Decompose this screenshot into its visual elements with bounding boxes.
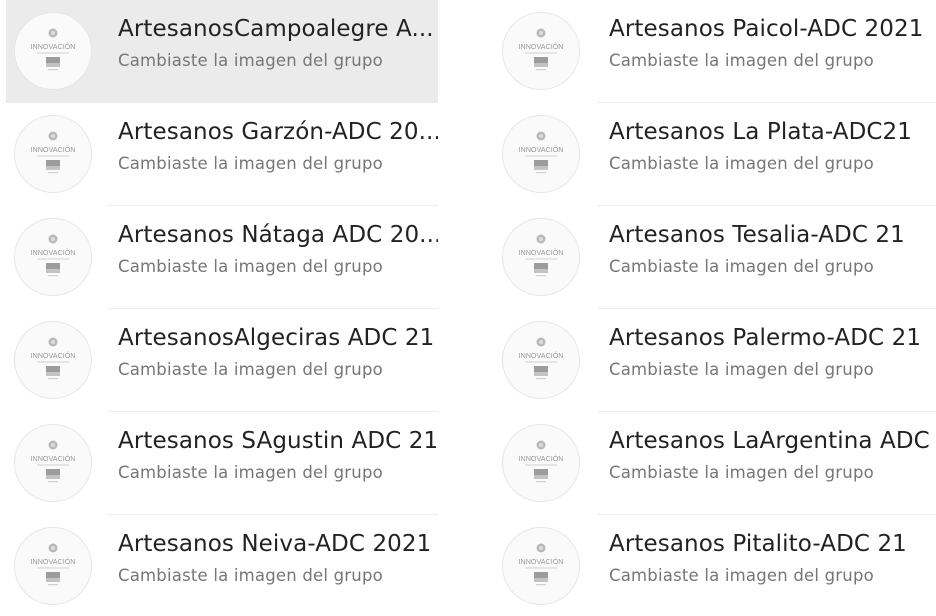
chat-title: Artesanos SAgustin ADC 21: [118, 428, 438, 454]
chat-list-item[interactable]: INNOVACIÓN Artesanos Paicol-ADC 2021 Cam…: [496, 0, 936, 103]
chat-list-item[interactable]: INNOVACIÓN Artesanos Palermo-ADC 21 Camb…: [496, 309, 936, 412]
innovacion-logo-icon: INNOVACIÓN: [31, 131, 76, 174]
svg-text:INNOVACIÓN: INNOVACIÓN: [519, 557, 564, 566]
chat-list-item[interactable]: INNOVACIÓN ArtesanosAlgeciras ADC 21 Cam…: [6, 309, 438, 412]
chat-title: Artesanos Palermo-ADC 21: [609, 325, 922, 351]
chat-title: Artesanos Garzón-ADC 20...: [118, 119, 438, 145]
svg-text:INNOVACIÓN: INNOVACIÓN: [31, 351, 76, 360]
chat-list-left: INNOVACIÓN ArtesanosCampoalegre A... Cam…: [6, 0, 438, 616]
chat-list-item[interactable]: INNOVACIÓN Artesanos Garzón-ADC 20... Ca…: [6, 103, 438, 206]
svg-text:INNOVACIÓN: INNOVACIÓN: [31, 145, 76, 154]
group-avatar: INNOVACIÓN: [502, 115, 580, 193]
chat-list-right: INNOVACIÓN Artesanos Paicol-ADC 2021 Cam…: [496, 0, 936, 616]
svg-text:INNOVACIÓN: INNOVACIÓN: [519, 42, 564, 51]
chat-title: Artesanos La Plata-ADC21: [609, 119, 913, 145]
chat-title: Artesanos Neiva-ADC 2021: [118, 531, 432, 557]
chat-last-message: Cambiaste la imagen del grupo: [118, 566, 383, 585]
chat-title: Artesanos Nátaga ADC 20...: [118, 222, 438, 248]
innovacion-logo-icon: INNOVACIÓN: [31, 543, 76, 586]
chat-last-message: Cambiaste la imagen del grupo: [118, 463, 383, 482]
chat-title: Artesanos Tesalia-ADC 21: [609, 222, 905, 248]
group-avatar: INNOVACIÓN: [502, 218, 580, 296]
chat-title: ArtesanosCampoalegre A...: [118, 16, 434, 42]
svg-text:INNOVACIÓN: INNOVACIÓN: [519, 454, 564, 463]
innovacion-logo-icon: INNOVACIÓN: [31, 234, 76, 277]
group-avatar: INNOVACIÓN: [14, 12, 92, 90]
chat-title: Artesanos Pitalito-ADC 21: [609, 531, 907, 557]
svg-text:INNOVACIÓN: INNOVACIÓN: [519, 145, 564, 154]
innovacion-logo-icon: INNOVACIÓN: [519, 28, 564, 71]
svg-text:INNOVACIÓN: INNOVACIÓN: [519, 351, 564, 360]
chat-last-message: Cambiaste la imagen del grupo: [609, 51, 874, 70]
innovacion-logo-icon: INNOVACIÓN: [519, 440, 564, 483]
chat-last-message: Cambiaste la imagen del grupo: [118, 257, 383, 276]
chat-title: Artesanos LaArgentina ADC: [609, 428, 930, 454]
chat-last-message: Cambiaste la imagen del grupo: [118, 51, 383, 70]
chat-list-item[interactable]: INNOVACIÓN Artesanos Pitalito-ADC 21 Cam…: [496, 515, 936, 616]
chat-last-message: Cambiaste la imagen del grupo: [609, 463, 874, 482]
innovacion-logo-icon: INNOVACIÓN: [519, 131, 564, 174]
group-avatar: INNOVACIÓN: [14, 321, 92, 399]
svg-text:INNOVACIÓN: INNOVACIÓN: [31, 454, 76, 463]
chat-last-message: Cambiaste la imagen del grupo: [118, 154, 383, 173]
group-avatar: INNOVACIÓN: [502, 12, 580, 90]
chat-list-item[interactable]: INNOVACIÓN Artesanos SAgustin ADC 21 Cam…: [6, 412, 438, 515]
svg-text:INNOVACIÓN: INNOVACIÓN: [519, 248, 564, 257]
group-avatar: INNOVACIÓN: [14, 218, 92, 296]
svg-text:INNOVACIÓN: INNOVACIÓN: [31, 557, 76, 566]
group-avatar: INNOVACIÓN: [14, 424, 92, 502]
group-avatar: INNOVACIÓN: [502, 424, 580, 502]
group-avatar: INNOVACIÓN: [14, 527, 92, 605]
chat-last-message: Cambiaste la imagen del grupo: [609, 566, 874, 585]
chat-list-item[interactable]: INNOVACIÓN Artesanos LaArgentina ADC Cam…: [496, 412, 936, 515]
innovacion-logo-icon: INNOVACIÓN: [519, 543, 564, 586]
group-avatar: INNOVACIÓN: [502, 321, 580, 399]
chat-list-item[interactable]: INNOVACIÓN Artesanos La Plata-ADC21 Camb…: [496, 103, 936, 206]
innovacion-logo-icon: INNOVACIÓN: [31, 337, 76, 380]
chat-list-item[interactable]: INNOVACIÓN Artesanos Neiva-ADC 2021 Camb…: [6, 515, 438, 616]
chat-title: ArtesanosAlgeciras ADC 21: [118, 325, 435, 351]
chat-list-item[interactable]: INNOVACIÓN ArtesanosCampoalegre A... Cam…: [6, 0, 438, 103]
group-avatar: INNOVACIÓN: [502, 527, 580, 605]
chat-title: Artesanos Paicol-ADC 2021: [609, 16, 924, 42]
group-avatar: INNOVACIÓN: [14, 115, 92, 193]
chat-last-message: Cambiaste la imagen del grupo: [118, 360, 383, 379]
chat-last-message: Cambiaste la imagen del grupo: [609, 257, 874, 276]
innovacion-logo-icon: INNOVACIÓN: [519, 234, 564, 277]
chat-list-item[interactable]: INNOVACIÓN Artesanos Tesalia-ADC 21 Camb…: [496, 206, 936, 309]
chat-last-message: Cambiaste la imagen del grupo: [609, 154, 874, 173]
svg-text:INNOVACIÓN: INNOVACIÓN: [31, 248, 76, 257]
innovacion-logo-icon: INNOVACIÓN: [31, 28, 76, 71]
innovacion-logo-icon: INNOVACIÓN: [31, 440, 76, 483]
chat-last-message: Cambiaste la imagen del grupo: [609, 360, 874, 379]
innovacion-logo-icon: INNOVACIÓN: [519, 337, 564, 380]
chat-list-item[interactable]: INNOVACIÓN Artesanos Nátaga ADC 20... Ca…: [6, 206, 438, 309]
svg-text:INNOVACIÓN: INNOVACIÓN: [31, 42, 76, 51]
